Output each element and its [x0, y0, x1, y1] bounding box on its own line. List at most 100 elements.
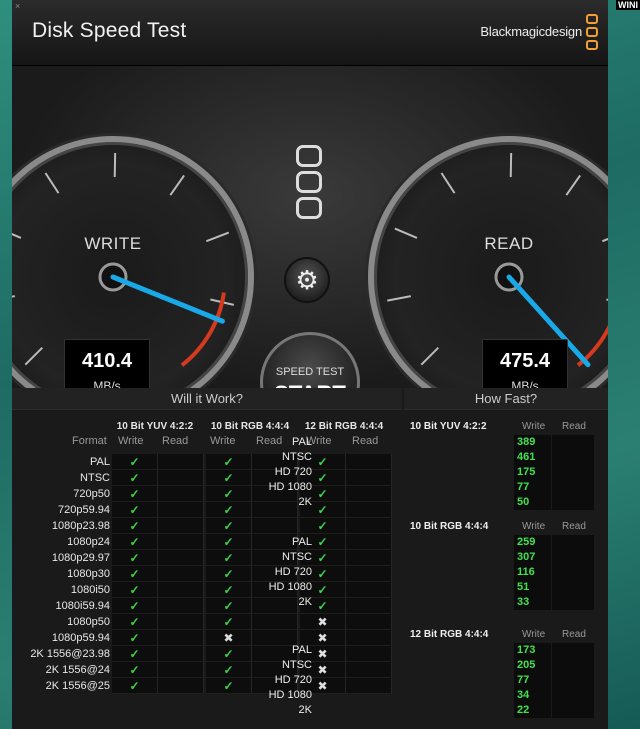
drive-indicator-icon [296, 171, 322, 193]
read-cell [552, 450, 594, 465]
format-name: 1080p23.98 [51, 520, 110, 532]
read-cell [158, 470, 204, 486]
checkmark-icon: ✓ [112, 518, 158, 534]
read-cell [552, 480, 594, 495]
block-title: 10 Bit RGB 4:4:4 [410, 521, 489, 532]
checkmark-icon: ✓ [112, 454, 158, 470]
checkmark-icon: ✓ [112, 630, 158, 646]
write-column-header: Write [522, 421, 546, 432]
settings-gear-button[interactable]: ⚙ [284, 257, 330, 303]
gauge-tick [420, 347, 439, 366]
write-column-header: Write [118, 435, 144, 447]
resolution-name: HD 1080 [268, 581, 312, 593]
gear-icon: ⚙ [295, 265, 319, 295]
results-tables: Will it Work? How Fast? 10 Bit YUV 4:2:2… [12, 388, 608, 729]
read-cell [158, 518, 204, 534]
will-it-work-heading: Will it Work? [12, 388, 402, 410]
checkmark-icon: ✓ [112, 614, 158, 630]
read-cell [552, 580, 594, 595]
fps-value: 33 [514, 595, 551, 610]
checkmark-icon: ✓ [112, 550, 158, 566]
checkmark-icon: ✓ [112, 486, 158, 502]
blackmagic-logo-icon [586, 14, 600, 52]
gauge-tick [44, 172, 60, 194]
format-name: 1080p50 [67, 616, 110, 628]
read-cell [346, 598, 392, 614]
format-name: 2K 1556@25 [45, 680, 110, 692]
app-window: × Disk Speed Test Blackmagicdesign WRITE… [12, 0, 608, 729]
gauge-tick [606, 298, 608, 301]
read-cell [346, 534, 392, 550]
gauge-panel: WRITE 410.4 MB/s READ 475.4 MB/s ⚙ SPEED… [12, 66, 608, 432]
read-cell [552, 465, 594, 480]
gauge-tick [24, 347, 43, 366]
checkmark-icon: ✓ [112, 534, 158, 550]
title-bar: × Disk Speed Test Blackmagicdesign [12, 0, 608, 66]
read-cell [552, 435, 594, 450]
close-icon[interactable]: × [15, 1, 20, 11]
resolution-name: 2K [298, 496, 312, 508]
format-name: PAL [90, 456, 110, 468]
fps-value: 22 [514, 703, 551, 718]
read-column-header: Read [562, 421, 586, 432]
checkmark-icon: ✓ [112, 646, 158, 662]
resolution-name: NTSC [282, 451, 312, 463]
resolution-name: PAL [292, 436, 312, 448]
resolution-name: 2K [298, 596, 312, 608]
resolution-name: HD 1080 [268, 689, 312, 701]
read-cell [552, 643, 594, 658]
checkmark-icon: ✓ [206, 518, 252, 534]
fps-value: 173 [514, 643, 551, 658]
resolution-name: PAL [292, 644, 312, 656]
read-column-header: Read [562, 629, 586, 640]
read-cell [346, 678, 392, 694]
fps-value: 77 [514, 480, 551, 495]
checkmark-icon: ✓ [112, 566, 158, 582]
read-cell [158, 646, 204, 662]
resolution-name: PAL [292, 536, 312, 548]
gauge-needle [110, 274, 225, 324]
resolution-name: 2K [298, 704, 312, 716]
format-name: 1080p30 [67, 568, 110, 580]
format-name: 1080p24 [67, 536, 110, 548]
read-cell [346, 550, 392, 566]
read-cell [346, 630, 392, 646]
read-cell [158, 582, 204, 598]
fps-value: 307 [514, 550, 551, 565]
group-header: 10 Bit RGB 4:4:4 [210, 421, 290, 432]
format-name: NTSC [80, 472, 110, 484]
read-cell [552, 495, 594, 510]
resolution-name: HD 1080 [268, 481, 312, 493]
write-gauge-label: WRITE [84, 234, 142, 253]
fps-value: 461 [514, 450, 551, 465]
read-speed-value: 475.4 [499, 350, 551, 372]
gauge-tick [169, 174, 185, 196]
read-cell [346, 646, 392, 662]
fps-value: 259 [514, 535, 551, 550]
fps-value: 77 [514, 673, 551, 688]
gauge-tick [440, 172, 456, 194]
read-gauge: READ 475.4 MB/s [368, 136, 608, 418]
read-cell [552, 703, 594, 718]
app-title: Disk Speed Test [32, 19, 187, 42]
read-cell [158, 486, 204, 502]
checkmark-icon: ✓ [112, 470, 158, 486]
read-cell [346, 502, 392, 518]
cross-icon: ✖ [300, 614, 346, 630]
checkmark-icon: ✓ [112, 678, 158, 694]
resolution-name: HD 720 [274, 566, 312, 578]
write-column-header: Write [522, 521, 546, 532]
read-cell [158, 534, 204, 550]
read-cell [346, 582, 392, 598]
read-cell [158, 614, 204, 630]
resolution-name: HD 720 [274, 674, 312, 686]
read-cell [158, 454, 204, 470]
read-cell [552, 688, 594, 703]
resolution-name: NTSC [282, 551, 312, 563]
format-name: 1080p29.97 [51, 552, 110, 564]
write-speed-value: 410.4 [81, 350, 133, 372]
fps-value: 50 [514, 495, 551, 510]
checkmark-icon: ✓ [112, 662, 158, 678]
read-column-header: Read [352, 435, 379, 447]
read-column-header: Read [562, 521, 586, 532]
